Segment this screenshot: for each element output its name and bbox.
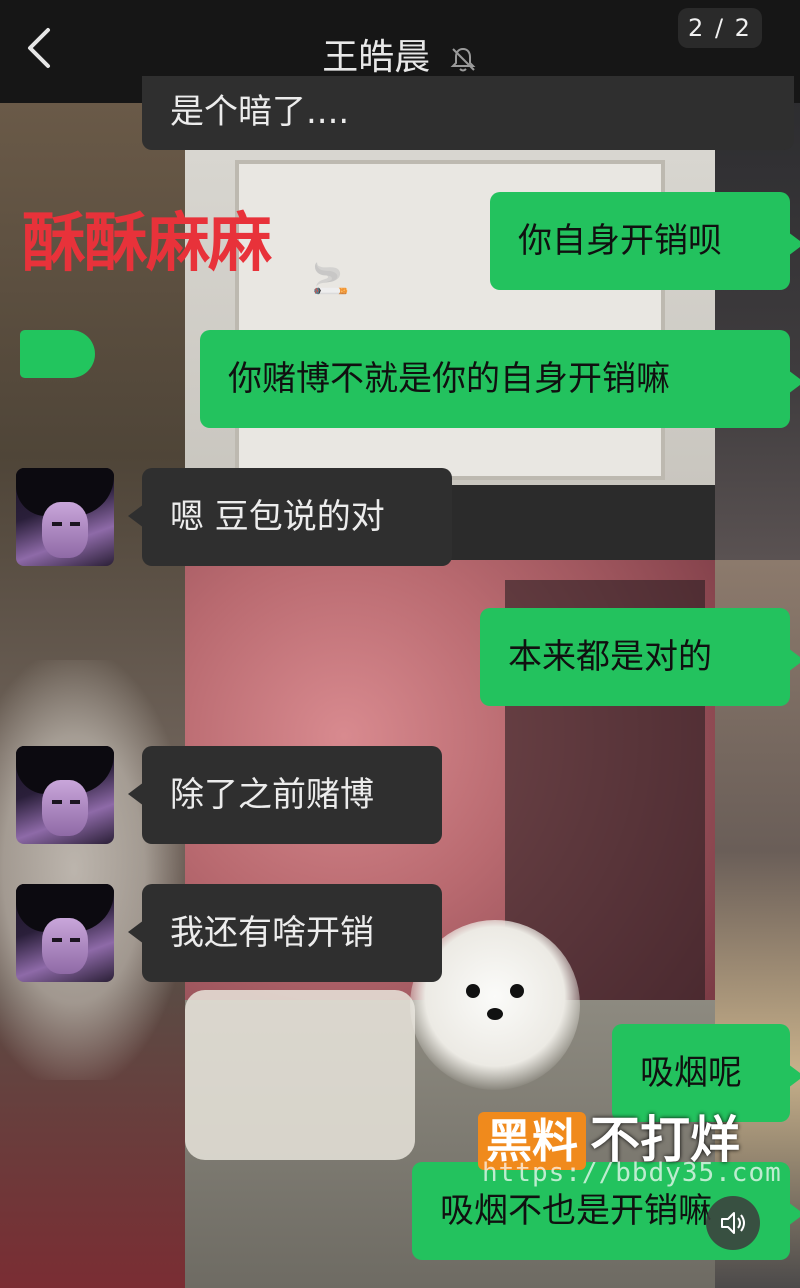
message-text: 吸烟呢 [640, 1053, 742, 1093]
dog-eye-left [466, 984, 480, 998]
green-sticker [20, 330, 95, 378]
message-bubble-other[interactable]: 我还有啥开销 [128, 884, 442, 982]
dog-eye-right [510, 984, 524, 998]
message-bubble-other[interactable]: 是个暗了.... [142, 76, 794, 150]
message-text: 本来都是对的 [508, 637, 712, 677]
cigarette-emoji-icon: 🚬 [312, 262, 350, 297]
avatar-eye-left [52, 800, 62, 804]
message-text: 你赌博不就是你的自身开销嘛 [228, 359, 670, 399]
message-bubble-other[interactable]: 除了之前赌博 [128, 746, 442, 844]
avatar-face [42, 918, 88, 974]
contact-name: 王皓晨 [322, 37, 431, 78]
page-indicator: 2 / 2 [678, 8, 762, 48]
overlay-caption: 酥酥麻麻 [22, 206, 272, 281]
message-bubble-mine[interactable]: 本来都是对的 [480, 608, 800, 706]
message-bubble-other[interactable]: 嗯 豆包说的对 [128, 468, 452, 566]
message-text: 你自身开销呗 [518, 221, 722, 261]
message-bubble-mine[interactable]: 你赌博不就是你的自身开销嘛 [200, 330, 800, 428]
background-pad [185, 990, 415, 1160]
dog-nose [487, 1008, 503, 1020]
avatar[interactable] [16, 884, 114, 982]
watermark-url: https://bbdy35.com [482, 1158, 782, 1188]
avatar-face [42, 780, 88, 836]
avatar[interactable] [16, 746, 114, 844]
avatar-eye-right [70, 800, 80, 804]
message-text: 吸烟不也是开销嘛 [440, 1191, 712, 1231]
avatar[interactable] [16, 468, 114, 566]
speaker-button[interactable] [706, 1196, 760, 1250]
avatar-eye-right [70, 938, 80, 942]
avatar-face [42, 502, 88, 558]
message-text: 是个暗了.... [170, 92, 350, 132]
message-text: 嗯 豆包说的对 [170, 497, 385, 537]
avatar-eye-left [52, 522, 62, 526]
avatar-eye-right [70, 522, 80, 526]
message-bubble-mine[interactable]: 你自身开销呗 [490, 192, 800, 290]
message-text: 除了之前赌博 [170, 775, 374, 815]
speaker-icon [721, 1212, 745, 1234]
mute-bell-icon [450, 47, 476, 72]
message-text: 我还有啥开销 [170, 913, 374, 953]
avatar-eye-left [52, 938, 62, 942]
background-fluff [0, 660, 185, 1080]
